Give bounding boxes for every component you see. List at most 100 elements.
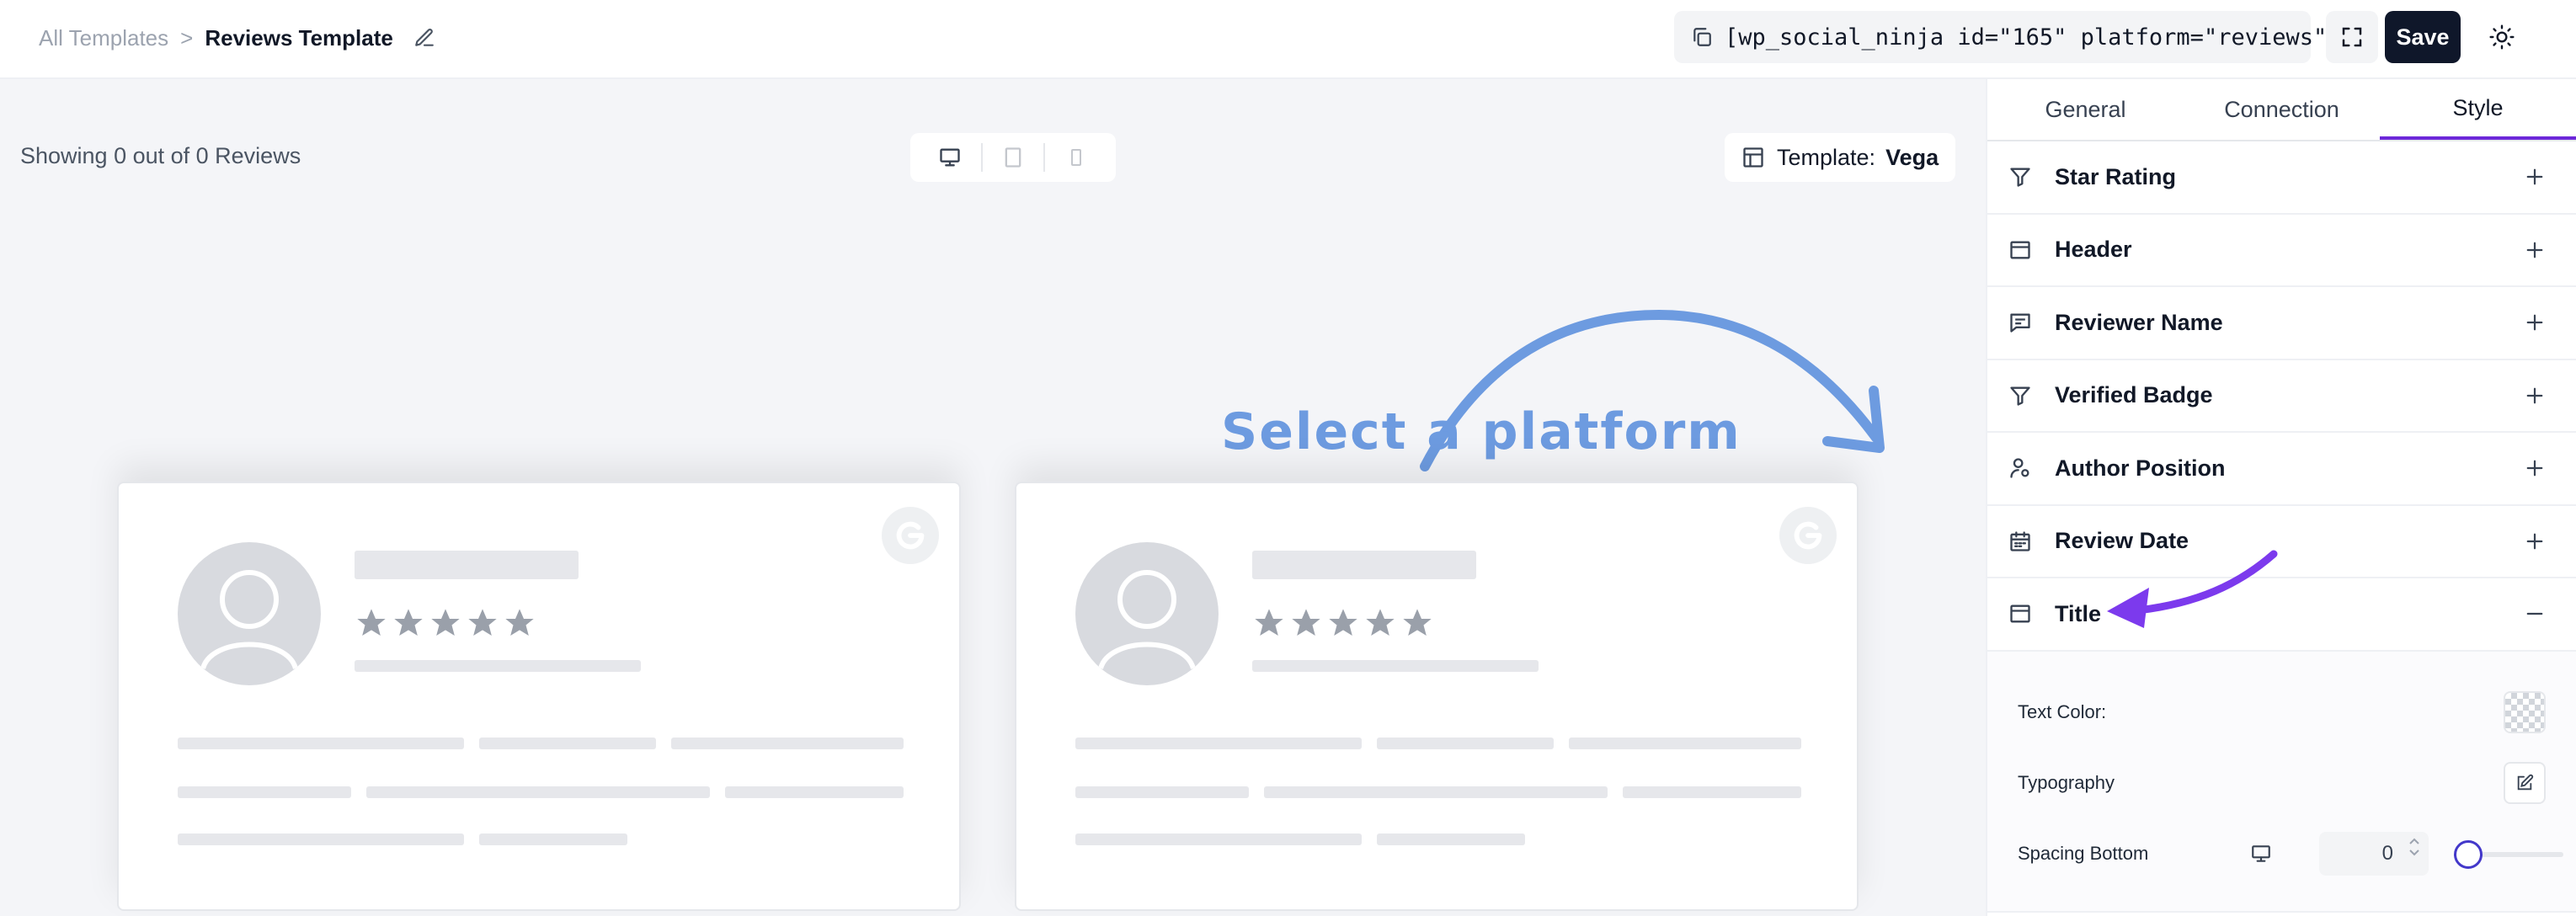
style-settings-panel: General Connection Style Star Rating Hea…: [1986, 79, 2576, 916]
chevron-up-icon: [2409, 838, 2419, 844]
star-icon: [357, 609, 386, 636]
star-icon: [1329, 609, 1357, 636]
text-color-field: Text Color:: [2018, 677, 2546, 748]
filter-icon: [2006, 162, 2035, 191]
select-platform-annotation: Select a platform: [1221, 402, 1741, 461]
section-verified-badge[interactable]: Verified Badge: [1987, 360, 2576, 433]
message-square-icon: [2006, 308, 2035, 337]
tablet-view-icon[interactable]: [995, 141, 1032, 174]
spacing-bottom-label: Spacing Bottom: [2018, 842, 2149, 864]
calendar-icon: [2006, 527, 2035, 556]
plus-icon[interactable]: [2524, 530, 2546, 552]
plus-icon[interactable]: [2524, 239, 2546, 261]
name-placeholder-bar: [355, 551, 579, 579]
template-value: Vega: [1885, 144, 1939, 170]
divider: [1043, 143, 1046, 172]
text-placeholder-bar: [1075, 833, 1362, 845]
desktop-view-icon[interactable]: [931, 141, 968, 174]
section-label: Star Rating: [2055, 163, 2177, 189]
annotation-arrow-icon: [2107, 550, 2278, 628]
shortcode-copy-box[interactable]: [wp_social_ninja id="165" platform="revi…: [1674, 11, 2341, 63]
section-label: Author Position: [2055, 455, 2226, 481]
panel-tabs: General Connection Style: [1987, 79, 2576, 141]
star-rating-placeholder: [1252, 606, 1434, 640]
chevron-down-icon: [2409, 849, 2419, 855]
typography-edit-button[interactable]: [2504, 761, 2546, 804]
breadcrumb-separator: >: [180, 24, 194, 51]
section-label: Reviewer Name: [2055, 309, 2223, 335]
text-placeholder-bar: [178, 738, 464, 749]
section-star-rating[interactable]: Star Rating: [1987, 141, 2576, 215]
spacing-bottom-slider[interactable]: [2454, 837, 2563, 871]
text-color-picker[interactable]: [2504, 690, 2546, 733]
preview-canvas: Showing 0 out of 0 Reviews Template: Veg…: [0, 79, 1986, 916]
text-placeholder-bar: [725, 786, 904, 798]
filter-icon: [2006, 381, 2035, 410]
text-placeholder-bar: [366, 786, 710, 798]
edit-title-icon[interactable]: [412, 25, 437, 51]
star-icon: [394, 609, 423, 636]
breadcrumb: All Templates > Reviews Template: [39, 22, 437, 54]
section-label: Title: [2055, 600, 2102, 626]
divider: [980, 143, 983, 172]
title-settings: Text Color: Typography Spacing Bottom 0: [1987, 651, 2576, 913]
name-placeholder-bar: [1252, 551, 1476, 579]
section-reviewer-name[interactable]: Reviewer Name: [1987, 287, 2576, 360]
text-placeholder-bar: [1075, 738, 1362, 749]
user-pin-icon: [2006, 454, 2035, 482]
slider-thumb[interactable]: [2454, 839, 2483, 869]
spacing-bottom-input[interactable]: 0: [2319, 831, 2429, 876]
star-icon: [1366, 609, 1395, 636]
save-button[interactable]: Save: [2385, 11, 2461, 63]
plus-icon[interactable]: [2524, 312, 2546, 333]
tab-connection[interactable]: Connection: [2184, 79, 2380, 140]
star-icon: [505, 609, 534, 636]
fullscreen-icon: [2342, 27, 2362, 47]
tab-general[interactable]: General: [1987, 79, 2184, 140]
star-icon: [1403, 609, 1432, 636]
breadcrumb-all-templates[interactable]: All Templates: [39, 25, 168, 51]
google-icon: [1779, 507, 1837, 564]
review-card-placeholder: [1015, 482, 1859, 911]
theme-toggle-button[interactable]: [2476, 11, 2528, 63]
text-placeholder-bar: [1377, 833, 1525, 845]
layout-icon: [2006, 599, 2035, 628]
text-placeholder-bar: [479, 833, 627, 845]
google-icon: [882, 507, 939, 564]
plus-icon[interactable]: [2524, 457, 2546, 479]
desktop-icon[interactable]: [2247, 839, 2275, 868]
text-placeholder-bar: [479, 738, 656, 749]
text-placeholder-bar: [1377, 738, 1554, 749]
template-selector[interactable]: Template: Vega: [1725, 133, 1955, 182]
date-placeholder-bar: [1252, 660, 1539, 672]
text-placeholder-bar: [671, 738, 904, 749]
sun-icon: [2489, 24, 2515, 50]
section-label: Verified Badge: [2055, 382, 2213, 408]
top-bar: All Templates > Reviews Template [wp_soc…: [0, 0, 2576, 79]
tab-style[interactable]: Style: [2380, 79, 2576, 140]
mobile-view-icon[interactable]: [1058, 141, 1095, 174]
spacing-bottom-value: 0: [2381, 841, 2393, 865]
template-icon: [1743, 147, 1763, 168]
section-author-position[interactable]: Author Position: [1987, 433, 2576, 506]
date-placeholder-bar: [355, 660, 641, 672]
section-header[interactable]: Header: [1987, 215, 2576, 287]
copy-icon[interactable]: [1691, 24, 1713, 50]
showing-count: Showing 0 out of 0 Reviews: [20, 143, 301, 168]
star-icon: [1292, 609, 1320, 636]
avatar-placeholder: [1075, 542, 1219, 685]
breadcrumb-current: Reviews Template: [205, 24, 393, 51]
fullscreen-button[interactable]: [2326, 11, 2378, 63]
shortcode-text: [wp_social_ninja id="165" platform="revi…: [1725, 24, 2341, 51]
number-stepper[interactable]: [2408, 837, 2420, 857]
edit-icon: [2517, 774, 2534, 790]
minus-icon[interactable]: [2524, 603, 2546, 625]
text-color-label: Text Color:: [2018, 700, 2107, 722]
plus-icon[interactable]: [2524, 385, 2546, 407]
review-card-placeholder: [117, 482, 961, 911]
plus-icon[interactable]: [2524, 166, 2546, 188]
template-label: Template:: [1777, 144, 1876, 170]
typography-field: Typography: [2018, 748, 2546, 818]
spacing-bottom-field: Spacing Bottom 0: [2018, 818, 2563, 889]
text-placeholder-bar: [1569, 738, 1801, 749]
